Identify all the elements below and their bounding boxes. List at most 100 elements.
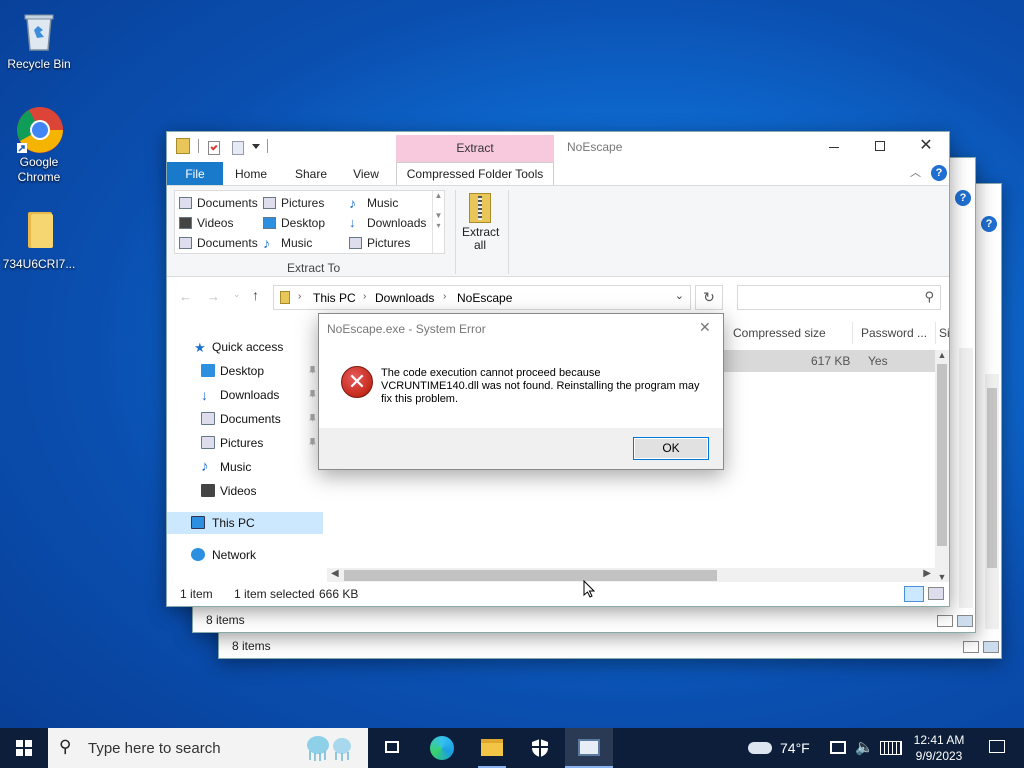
folder-zip-icon [176, 138, 190, 154]
gallery-item-music-2[interactable]: ♪ Music [261, 234, 312, 252]
minimize-button[interactable] [811, 132, 857, 162]
forward-button[interactable]: → [207, 289, 220, 304]
gallery-item-music[interactable]: ♪ Music [347, 194, 398, 212]
gallery-item-documents-2[interactable]: Documents [177, 234, 258, 252]
nav-documents[interactable]: Documents [167, 408, 323, 430]
properties-icon[interactable] [208, 141, 220, 155]
chrome-shortcut[interactable]: Google Chrome [1, 106, 77, 185]
network-tray-icon[interactable] [830, 741, 846, 754]
gallery-item-downloads[interactable]: ↓ Downloads [347, 214, 426, 232]
column-header-compressed-size[interactable]: Compressed size [733, 326, 826, 340]
breadcrumb-this-pc[interactable]: This PC [313, 291, 356, 305]
help-icon[interactable]: ? [955, 190, 971, 206]
large-icons-view-icon[interactable] [928, 587, 944, 600]
navigation-pane[interactable]: ★ Quick access Desktop ↓ Downloads Documen… [167, 332, 323, 584]
collapse-ribbon-icon[interactable]: ︿ [910, 167, 922, 179]
notifications-button[interactable] [976, 728, 1016, 768]
help-icon[interactable]: ? [981, 216, 997, 232]
window-title: NoEscape [567, 140, 623, 154]
nav-videos[interactable]: Videos [167, 480, 323, 502]
help-icon[interactable]: ? [931, 165, 947, 181]
volume-icon[interactable]: 🔈 [855, 738, 874, 756]
downloads-icon: ↓ [349, 215, 356, 230]
taskbar-search-box[interactable]: ⚲ Type here to search [48, 728, 368, 768]
column-header-password[interactable]: Password ... [861, 326, 927, 340]
maximize-button[interactable] [857, 132, 903, 162]
extract-to-gallery[interactable]: Documents Pictures ♪ Music Videos Desktop… [174, 190, 445, 254]
search-icon: ⚲ [59, 737, 72, 756]
search-highlight-icon [298, 733, 363, 763]
cloud-icon [748, 742, 772, 754]
documents-icon [179, 197, 192, 209]
keyboard-icon[interactable] [880, 741, 902, 755]
vertical-scrollbar[interactable]: ▲ ▼ [935, 350, 949, 582]
shield-icon [532, 739, 548, 757]
new-folder-icon[interactable] [232, 141, 244, 155]
recycle-bin-shortcut[interactable]: Recycle Bin [1, 8, 77, 72]
file-compressed-size: 617 KB [811, 354, 851, 368]
security-taskbar-button[interactable] [516, 728, 564, 768]
details-view-icon[interactable] [963, 641, 979, 653]
start-button[interactable] [0, 728, 48, 768]
scrollbar[interactable] [959, 348, 973, 608]
dialog-title: NoEscape.exe - System Error [327, 322, 486, 336]
address-dropdown-icon[interactable]: ⌄ [675, 289, 684, 302]
error-dialog[interactable]: NoEscape.exe - System Error ✕ ✕ The code… [318, 313, 724, 470]
nav-pictures[interactable]: Pictures [167, 432, 323, 454]
details-view-icon[interactable] [937, 615, 953, 627]
task-view-button[interactable] [368, 728, 416, 768]
file-tab[interactable]: File [167, 162, 223, 186]
gallery-scrollbar[interactable]: ▲ ▼ ▾ [432, 191, 444, 253]
gallery-item-documents[interactable]: Documents [177, 194, 258, 212]
folder-icon [481, 739, 503, 756]
active-app-taskbar-button[interactable] [565, 728, 613, 768]
up-button[interactable]: ↑ [252, 287, 259, 303]
search-input[interactable] [742, 289, 912, 307]
customize-toolbar-arrow-icon[interactable] [252, 144, 260, 149]
horizontal-scroll-thumb[interactable] [344, 570, 717, 581]
taskbar: ⚲ Type here to search 74°F 🔈 12:41 AM 9/… [0, 728, 1024, 768]
view-tab[interactable]: View [340, 164, 392, 184]
contextual-tab-extract[interactable]: Extract [396, 135, 554, 163]
gallery-item-pictures-2[interactable]: Pictures [347, 234, 410, 252]
home-tab[interactable]: Home [225, 164, 277, 184]
recent-locations-icon[interactable]: ⌄ [233, 289, 241, 300]
share-tab[interactable]: Share [285, 164, 337, 184]
column-header-size[interactable]: Si [939, 326, 949, 340]
status-bar: 1 item 1 item selected 666 KB [167, 582, 949, 606]
large-icons-view-icon[interactable] [957, 615, 973, 627]
dialog-close-button[interactable]: ✕ [699, 319, 711, 336]
dialog-title-bar: NoEscape.exe - System Error ✕ [319, 314, 723, 344]
gallery-item-desktop[interactable]: Desktop [261, 214, 325, 232]
ok-button[interactable]: OK [633, 437, 709, 460]
vertical-scroll-thumb[interactable] [937, 364, 947, 546]
edge-taskbar-button[interactable] [418, 728, 466, 768]
breadcrumb-noescape[interactable]: NoEscape [457, 291, 512, 305]
refresh-button[interactable]: ↻ [695, 285, 723, 310]
extract-all-button[interactable]: Extract all [459, 191, 501, 255]
nav-this-pc[interactable]: This PC [167, 512, 323, 534]
large-icons-view-icon[interactable] [983, 641, 999, 653]
file-explorer-taskbar-button[interactable] [468, 728, 516, 768]
search-box[interactable]: ⚲ [737, 285, 941, 310]
taskbar-search-placeholder: Type here to search [88, 740, 221, 757]
breadcrumb-downloads[interactable]: Downloads [375, 291, 434, 305]
recycle-bin-icon [16, 8, 62, 54]
nav-downloads[interactable]: ↓ Downloads [167, 384, 323, 406]
gallery-item-videos[interactable]: Videos [177, 214, 233, 232]
nav-music[interactable]: ♪ Music [167, 456, 323, 478]
details-view-icon[interactable] [904, 586, 924, 602]
back-button[interactable]: ← [179, 289, 192, 304]
horizontal-scrollbar[interactable]: ◀ ▶ [327, 568, 935, 582]
folder-shortcut[interactable]: 734U6CRI7... [1, 208, 77, 272]
scrollbar[interactable] [985, 374, 999, 629]
compressed-folder-tools-tab[interactable]: Compressed Folder Tools [396, 162, 554, 186]
close-button[interactable]: ✕ [903, 132, 949, 162]
gallery-item-pictures[interactable]: Pictures [261, 194, 324, 212]
nav-quick-access[interactable]: ★ Quick access [167, 336, 323, 358]
address-bar[interactable]: › This PC › Downloads › NoEscape ⌄ [273, 285, 691, 310]
clock[interactable]: 12:41 AM 9/9/2023 [908, 728, 970, 768]
nav-desktop[interactable]: Desktop [167, 360, 323, 382]
nav-network[interactable]: Network [167, 544, 323, 566]
weather-widget[interactable]: 74°F [745, 728, 815, 768]
